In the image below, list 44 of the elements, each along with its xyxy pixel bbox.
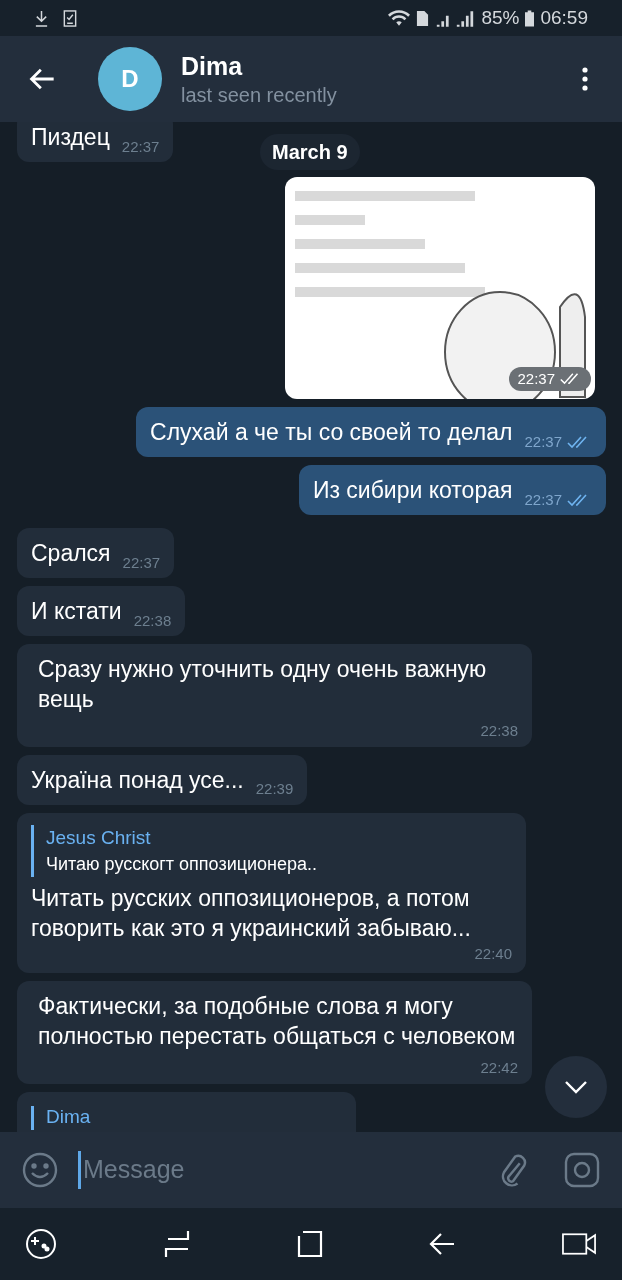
wifi-icon xyxy=(388,9,411,27)
emoji-icon xyxy=(22,1152,58,1188)
message-text: Україна понад усе... xyxy=(31,765,244,795)
message-text: Слухай а че ты со своей то делал xyxy=(150,418,513,447)
message-time: 22:37 xyxy=(524,431,562,452)
chevron-down-icon xyxy=(564,1080,588,1094)
message-text: Фактически, за подобные слова я могу полностью перестать общаться с человеком xyxy=(38,992,517,1051)
message-text: Из сибири которая xyxy=(312,476,513,505)
sim-card-icon xyxy=(416,9,430,27)
battery-percent: 85% xyxy=(481,5,520,30)
message-time: 22:38 xyxy=(480,721,518,741)
message-time: 22:38 xyxy=(133,610,172,631)
reply-author: Dima xyxy=(46,1105,91,1127)
recent-apps-icon xyxy=(163,1230,190,1258)
message-time: 22:42 xyxy=(480,1058,518,1078)
message-time: 22:37 xyxy=(122,552,161,573)
screen-record-icon xyxy=(562,1233,597,1255)
message-input[interactable]: Message xyxy=(78,1151,498,1189)
clipboard-check-icon xyxy=(63,9,77,27)
message-text: И кстати xyxy=(31,597,122,626)
message-time: 22:37 xyxy=(121,136,160,157)
battery-icon xyxy=(525,9,535,27)
message-time: 22:37 xyxy=(524,489,562,510)
message-text: Читать русских оппозиционеров, а потом говорить как это я украинский забываю... xyxy=(31,883,472,943)
contact-status: last seen recently xyxy=(181,83,337,108)
clock-time: 06:59 xyxy=(540,5,588,30)
message-text: Срался xyxy=(31,539,111,568)
more-vertical-icon xyxy=(582,67,588,91)
camera-icon xyxy=(564,1152,600,1188)
reply-text: Читаю русскогт оппозиционера.. xyxy=(46,852,319,876)
message-text: Пиздец xyxy=(31,123,110,152)
message-time: 22:40 xyxy=(474,943,512,964)
contact-name: Dima xyxy=(181,51,244,82)
message-time: 22:39 xyxy=(255,779,294,799)
download-icon xyxy=(34,9,49,27)
message-text: Сразу нужно уточнить одну очень важную вещь xyxy=(38,655,488,714)
message-composer[interactable]: Message xyxy=(0,1132,622,1208)
reply-author: Jesus Christ xyxy=(46,825,152,850)
message-time: 22:37 xyxy=(517,368,555,389)
date-badge: March 9 xyxy=(260,134,360,170)
game-controller-icon xyxy=(25,1228,57,1260)
signal-icon xyxy=(435,9,476,27)
image-message[interactable]: 22:37 xyxy=(285,177,595,399)
reply-quote[interactable]: Jesus Christ Читаю русскогт оппозиционера.. xyxy=(31,824,512,877)
